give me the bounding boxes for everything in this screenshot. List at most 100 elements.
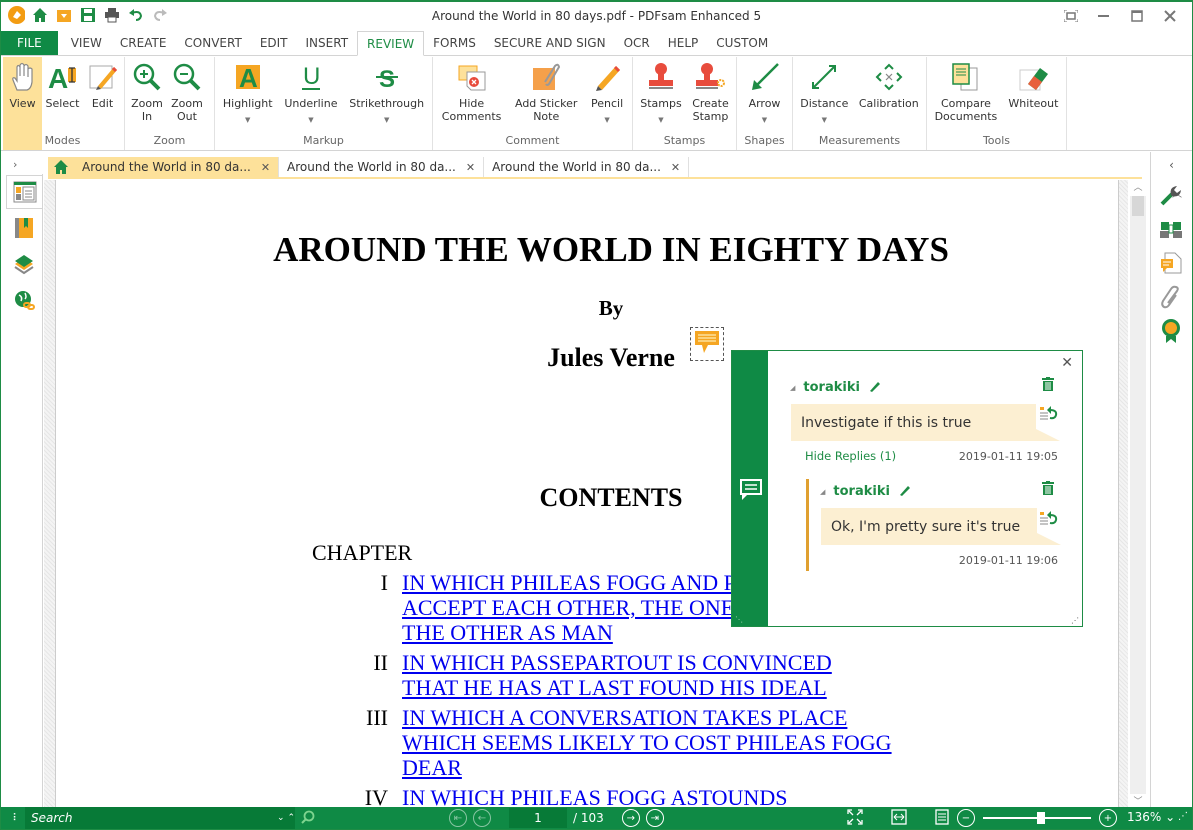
links-icon bbox=[15, 291, 35, 310]
group-label: Modes bbox=[44, 134, 81, 147]
group-zoom: Zoom In Zoom Out Zoom bbox=[125, 57, 215, 150]
fullscreen-button[interactable] bbox=[1054, 6, 1087, 26]
collapse-triangle-icon[interactable]: ◢ bbox=[790, 384, 795, 392]
tab-create[interactable]: CREATE bbox=[111, 31, 176, 55]
grip-icon: ⠸ bbox=[9, 812, 17, 824]
bookmarks-button[interactable] bbox=[6, 211, 42, 245]
tab-view[interactable]: VIEW bbox=[62, 31, 111, 55]
comment-bubble[interactable]: Investigate if this is true bbox=[791, 404, 1060, 441]
wrench-icon bbox=[1160, 186, 1181, 206]
home-tab[interactable] bbox=[48, 157, 74, 177]
sticky-note-annotation[interactable] bbox=[690, 327, 724, 361]
tab-help[interactable]: HELP bbox=[659, 31, 708, 55]
calibration-icon bbox=[873, 61, 905, 93]
single-page-icon[interactable] bbox=[935, 808, 949, 828]
search-prev-next-icon[interactable]: ⌄ ⌃ bbox=[277, 813, 295, 823]
zoom-level-dropdown[interactable]: 136% ⌄ bbox=[1127, 810, 1175, 824]
document-title: AROUND THE WORLD IN EIGHTY DAYS bbox=[273, 230, 949, 269]
sticker-note-icon bbox=[530, 61, 562, 93]
edit-reply-icon[interactable] bbox=[898, 483, 912, 500]
page-number-input[interactable]: 1 bbox=[509, 808, 567, 828]
delete-comment-icon[interactable] bbox=[1042, 377, 1054, 394]
expand-left-panel-icon[interactable]: › bbox=[13, 158, 17, 171]
tab-ocr[interactable]: OCR bbox=[615, 31, 659, 55]
maximize-button[interactable] bbox=[1120, 6, 1153, 26]
close-popup-button[interactable]: ✕ bbox=[1061, 355, 1073, 371]
zoom-slider-knob[interactable] bbox=[1037, 812, 1045, 824]
collapse-right-panel-icon[interactable]: ‹ bbox=[1151, 152, 1192, 178]
toc-link[interactable]: IN WHICH PASSEPARTOUT IS CONVINCED THAT … bbox=[402, 650, 892, 700]
tab-secure-and-sign[interactable]: SECURE AND SIGN bbox=[485, 31, 615, 55]
fit-page-icon[interactable] bbox=[847, 808, 863, 828]
toc-link[interactable]: IN WHICH A CONVERSATION TAKES PLACE WHIC… bbox=[402, 705, 892, 780]
search-icon[interactable] bbox=[301, 810, 315, 827]
thumbnails-button[interactable] bbox=[6, 175, 42, 209]
chevron-down-icon[interactable]: ▼ bbox=[308, 114, 313, 127]
chevron-down-icon[interactable]: ▼ bbox=[245, 114, 250, 127]
minimize-button[interactable] bbox=[1087, 6, 1120, 26]
zoom-in-icon[interactable]: + bbox=[1099, 809, 1117, 827]
group-label: Shapes bbox=[744, 134, 785, 147]
group-label: Markup bbox=[303, 134, 344, 147]
tab-insert[interactable]: INSERT bbox=[297, 31, 358, 55]
find-button[interactable] bbox=[1153, 212, 1189, 246]
tab-convert[interactable]: CONVERT bbox=[175, 31, 250, 55]
zoom-out-icon[interactable]: − bbox=[957, 809, 975, 827]
next-page-icon[interactable]: → bbox=[621, 809, 640, 827]
last-page-icon[interactable]: ⇥ bbox=[645, 809, 664, 827]
attachments-button[interactable] bbox=[1153, 280, 1189, 314]
comments-panel-button[interactable] bbox=[1153, 246, 1189, 280]
reply-bubble[interactable]: Ok, I'm pretty sure it's true bbox=[821, 508, 1061, 545]
layers-button[interactable] bbox=[6, 247, 42, 281]
resize-corner-icon[interactable]: ⋰ bbox=[1071, 616, 1079, 625]
delete-reply-icon[interactable] bbox=[1042, 481, 1054, 498]
toc-number: III bbox=[366, 705, 388, 730]
hide-replies-link[interactable]: Hide Replies (1) bbox=[805, 449, 896, 463]
chevron-down-icon[interactable]: ▼ bbox=[762, 114, 767, 127]
tab-file[interactable]: FILE bbox=[1, 31, 58, 55]
app-window: Around the World in 80 days.pdf - PDFsam… bbox=[0, 0, 1193, 830]
chevron-down-icon[interactable]: ▼ bbox=[658, 114, 663, 127]
reply-icon[interactable] bbox=[1040, 510, 1058, 529]
close-tab-icon[interactable]: ✕ bbox=[261, 161, 270, 174]
toc-entry: III IN WHICH A CONVERSATION TAKES PLACE … bbox=[312, 705, 912, 780]
resize-grip-icon[interactable]: ⋰ bbox=[1178, 811, 1188, 822]
group-shapes: Arrow ▼ Shapes bbox=[737, 57, 793, 150]
vertical-scrollbar[interactable]: ︿ ﹀ bbox=[1130, 180, 1146, 810]
document-tab[interactable]: Around the World in 80 da... ✕ bbox=[74, 157, 280, 177]
close-tab-icon[interactable]: ✕ bbox=[466, 161, 475, 174]
chevron-down-icon[interactable]: ▼ bbox=[822, 114, 827, 127]
chevron-down-icon[interactable]: ▼ bbox=[384, 114, 389, 127]
close-button[interactable] bbox=[1153, 6, 1186, 26]
status-bar: ⠸ Search ⌄ ⌃ ⇤ ← 1 / 103 → ⇥ − + 136% ⌄ … bbox=[1, 807, 1192, 829]
search-input[interactable]: Search ⌄ ⌃ bbox=[25, 807, 295, 829]
close-tab-icon[interactable]: ✕ bbox=[671, 161, 680, 174]
tab-review[interactable]: REVIEW bbox=[357, 31, 425, 56]
resize-grip-icon[interactable]: ⋱ bbox=[735, 615, 743, 624]
underline-icon: U bbox=[295, 61, 327, 93]
certificate-button[interactable] bbox=[1153, 314, 1189, 348]
comment-timestamp: 2019-01-11 19:05 bbox=[958, 450, 1058, 463]
reply-icon[interactable] bbox=[1040, 405, 1058, 424]
pencil-icon bbox=[591, 61, 623, 93]
reply-author: torakiki bbox=[833, 484, 890, 499]
document-tab[interactable]: Around the World in 80 da... ✕ bbox=[279, 157, 485, 177]
comment-icon bbox=[740, 479, 762, 504]
scrollbar-thumb[interactable] bbox=[1132, 196, 1144, 216]
links-button[interactable] bbox=[6, 283, 42, 317]
collapse-triangle-icon[interactable]: ◢ bbox=[820, 488, 825, 496]
hand-icon bbox=[7, 61, 39, 93]
prev-page-icon[interactable]: ← bbox=[473, 809, 491, 827]
tab-forms[interactable]: FORMS bbox=[424, 31, 485, 55]
first-page-icon[interactable]: ⇤ bbox=[449, 809, 467, 827]
chevron-down-icon[interactable]: ▼ bbox=[604, 114, 609, 127]
document-tab[interactable]: Around the World in 80 da... ✕ bbox=[484, 157, 690, 177]
comment-popup: ⋱ ✕ ◢ torakiki Investigate if this is tr… bbox=[731, 350, 1083, 627]
edit-comment-icon[interactable] bbox=[868, 379, 882, 396]
zoom-slider[interactable] bbox=[983, 812, 1091, 824]
fit-width-icon[interactable] bbox=[891, 808, 907, 828]
scroll-up-icon[interactable]: ︿ bbox=[1130, 180, 1146, 196]
tab-edit[interactable]: EDIT bbox=[251, 31, 297, 55]
tab-custom[interactable]: CUSTOM bbox=[707, 31, 777, 55]
tools-button[interactable] bbox=[1153, 178, 1189, 212]
